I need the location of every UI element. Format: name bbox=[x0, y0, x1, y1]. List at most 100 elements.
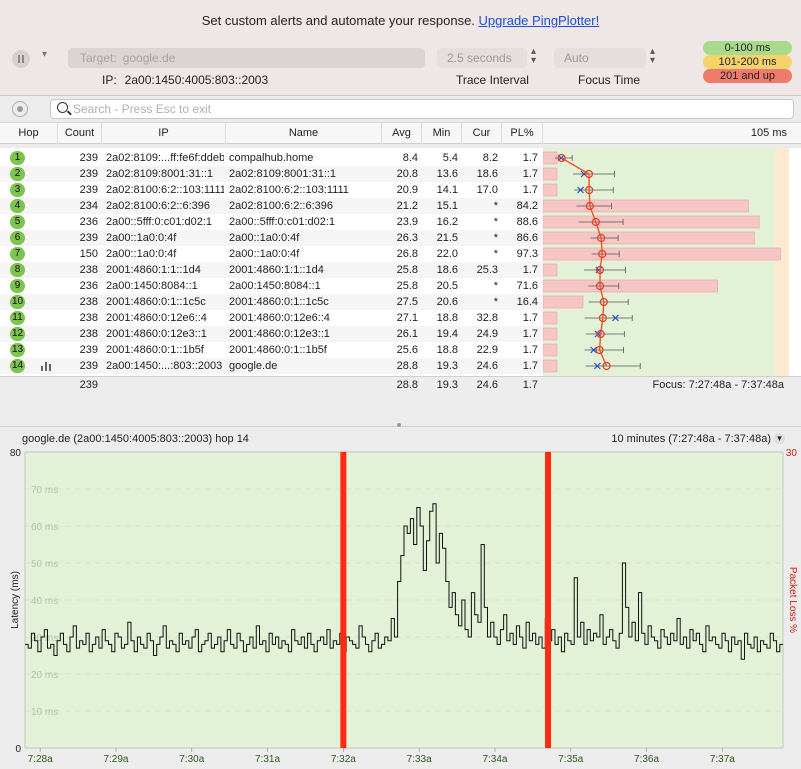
cell-cur: 17.0 bbox=[476, 184, 498, 196]
x-tick-label: 7:34a bbox=[482, 754, 507, 765]
cell-pl: 97.3 bbox=[516, 248, 538, 260]
y-grid-label: 60 ms bbox=[31, 522, 58, 533]
latency-chart[interactable]: 70 ms60 ms50 ms40 ms30 ms20 ms10 ms80030… bbox=[0, 445, 801, 769]
cell-avg: 27.5 bbox=[396, 296, 418, 308]
packet-loss-bar bbox=[543, 231, 755, 245]
col-min[interactable]: Min bbox=[422, 123, 462, 144]
cell-avg: 27.1 bbox=[396, 312, 418, 324]
chevron-down-icon[interactable]: ▾ bbox=[774, 433, 785, 444]
cell-cur: * bbox=[493, 216, 498, 228]
cell-count: 239 bbox=[79, 152, 98, 164]
y-grid-label: 50 ms bbox=[31, 559, 58, 570]
resize-handle-icon[interactable] bbox=[397, 423, 401, 427]
cell-cur: 8.2 bbox=[482, 152, 498, 164]
upgrade-link[interactable]: Upgrade PingPlotter! bbox=[479, 13, 600, 28]
cell-min: 18.8 bbox=[436, 344, 458, 356]
graph-bars-icon[interactable] bbox=[41, 361, 53, 371]
graph-warning-zone bbox=[775, 148, 789, 376]
col-name[interactable]: Name bbox=[226, 123, 382, 144]
chart-header: google.de (2a00:1450:4005:803::2003) hop… bbox=[0, 432, 801, 446]
cell-name: 2001:4860:0:1::1c5c bbox=[229, 296, 329, 308]
cell-count: 236 bbox=[79, 216, 98, 228]
pane-divider[interactable] bbox=[0, 393, 801, 427]
cell-min: 20.6 bbox=[436, 296, 458, 308]
cell-min: 5.4 bbox=[442, 152, 458, 164]
cell-avg: 25.8 bbox=[396, 264, 418, 276]
trace-interval-select[interactable]: 2.5 seconds bbox=[437, 48, 527, 68]
chevron-down-icon[interactable]: ▾ bbox=[42, 49, 47, 60]
cell-name: 2001:4860:1:1::1d4 bbox=[229, 264, 324, 276]
col-scale[interactable]: 105 ms bbox=[543, 123, 795, 144]
table-row[interactable]: 8 238 2001:4860:1:1::1d4 2001:4860:1:1::1d4… bbox=[0, 262, 543, 278]
cell-name: 2001:4860:0:12e3::1 bbox=[229, 328, 330, 340]
table-row[interactable]: 11 238 2001:4860:0:12e6::4 2001:4860:0:12e6… bbox=[0, 310, 543, 326]
packet-loss-bar bbox=[543, 327, 558, 341]
cell-cur: * bbox=[493, 200, 498, 212]
focus-time-stepper-icon[interactable] bbox=[649, 46, 661, 67]
table-row[interactable]: 4 234 2a02:8100:6:2::6:396 2a02:8100:6:2::6… bbox=[0, 198, 543, 214]
pause-icon[interactable] bbox=[12, 50, 30, 68]
table-row[interactable]: 1 239 2a02:8109:...ff:fe6f:ddeb compalhub.h… bbox=[0, 150, 543, 166]
cell-count: 239 bbox=[79, 360, 98, 372]
y-tick-label: 80 bbox=[10, 448, 22, 459]
hop-number: 14 bbox=[10, 359, 25, 373]
cell-name: 2a00::1a0:0:4f bbox=[229, 248, 300, 260]
search-field[interactable] bbox=[50, 99, 794, 119]
packet-loss-bar bbox=[543, 263, 558, 277]
legend-high: 201 and up bbox=[703, 69, 792, 83]
table-row[interactable]: 12 238 2001:4860:0:12e3::1 2001:4860:0:12e3… bbox=[0, 326, 543, 342]
hop-number: 12 bbox=[10, 327, 25, 341]
chart-range[interactable]: 10 minutes (7:27:48a - 7:37:48a) bbox=[611, 432, 771, 446]
cell-name: 2a02:8100:6:2::103:1111 bbox=[229, 184, 349, 196]
trace-interval-stepper-icon[interactable] bbox=[530, 46, 542, 67]
col-pl[interactable]: PL% bbox=[502, 123, 543, 144]
col-ip[interactable]: IP bbox=[102, 123, 226, 144]
search-input[interactable] bbox=[73, 101, 773, 117]
table-row[interactable]: 7 150 2a00::1a0:0:4f 2a00::1a0:0:4f 26.8 22.0… bbox=[0, 246, 543, 262]
col-hop[interactable]: Hop bbox=[0, 123, 58, 144]
cell-ip: 2a02:8109:...ff:fe6f:ddeb bbox=[106, 152, 224, 164]
hop-number: 13 bbox=[10, 343, 25, 357]
table-row[interactable]: 9 236 2a00:1450:8084::1 2a00:1450:8084::1 25… bbox=[0, 278, 543, 294]
filter-icon[interactable] bbox=[12, 101, 28, 117]
hop-number: 10 bbox=[10, 295, 25, 309]
cell-cur: * bbox=[493, 232, 498, 244]
table-row[interactable]: 6 239 2a00::1a0:0:4f 2a00::1a0:0:4f 26.3 21.5… bbox=[0, 230, 543, 246]
cell-name: compalhub.home bbox=[229, 152, 314, 164]
route-graph[interactable] bbox=[543, 148, 801, 376]
table-row[interactable]: 13 239 2001:4860:0:1::1b5f 2001:4860:0:1::1… bbox=[0, 342, 543, 358]
hop-number: 9 bbox=[10, 279, 25, 293]
target-input[interactable]: Target: google.de bbox=[68, 48, 425, 68]
col-count[interactable]: Count bbox=[58, 123, 102, 144]
y2-tick-label: 30 bbox=[786, 448, 798, 459]
cell-avg: 26.3 bbox=[396, 232, 418, 244]
cell-avg: 21.2 bbox=[396, 200, 418, 212]
cell-count: 239 bbox=[79, 232, 98, 244]
legend-low: 0-100 ms bbox=[703, 41, 792, 55]
hop-number: 5 bbox=[10, 215, 25, 229]
cell-cur: 24.6 bbox=[476, 360, 498, 372]
hop-number: 2 bbox=[10, 167, 25, 181]
col-avg[interactable]: Avg bbox=[382, 123, 422, 144]
table-row[interactable]: 14 239 2a00:1450:...:803::2003 google.de 28.… bbox=[0, 358, 543, 374]
packet-loss-bar bbox=[543, 311, 558, 325]
table-row[interactable]: 5 236 2a00::5fff:0:c01:d02:1 2a00::5fff:0:c… bbox=[0, 214, 543, 230]
col-cur[interactable]: Cur bbox=[462, 123, 502, 144]
cell-name: 2001:4860:0:12e6::4 bbox=[229, 312, 330, 324]
cell-ip: 2a00::1a0:0:4f bbox=[106, 248, 177, 260]
graph-background bbox=[543, 148, 775, 376]
hop-number: 4 bbox=[10, 199, 25, 213]
x-tick-label: 7:33a bbox=[407, 754, 432, 765]
table-row[interactable]: 10 238 2001:4860:0:1::1c5c 2001:4860:0:1::1… bbox=[0, 294, 543, 310]
focus-time-select[interactable]: Auto bbox=[554, 48, 646, 68]
cell-name: 2a00::1a0:0:4f bbox=[229, 232, 300, 244]
cell-ip: 2001:4860:0:12e3::1 bbox=[106, 328, 207, 340]
x-tick-label: 7:37a bbox=[710, 754, 735, 765]
ip-value: 2a00:1450:4005:803::2003 bbox=[124, 73, 269, 87]
table-row[interactable]: 3 239 2a02:8100:6:2::103:1111 2a02:8100:6:2… bbox=[0, 182, 543, 198]
packet-loss-bar bbox=[543, 343, 558, 357]
cell-count: 239 bbox=[79, 168, 98, 180]
cell-name: 2a00:1450:8084::1 bbox=[229, 280, 321, 292]
table-row[interactable]: 2 239 2a02:8109:8001:31::1 2a02:8109:8001:3… bbox=[0, 166, 543, 182]
focus-time-label: Focus Time bbox=[578, 73, 641, 87]
